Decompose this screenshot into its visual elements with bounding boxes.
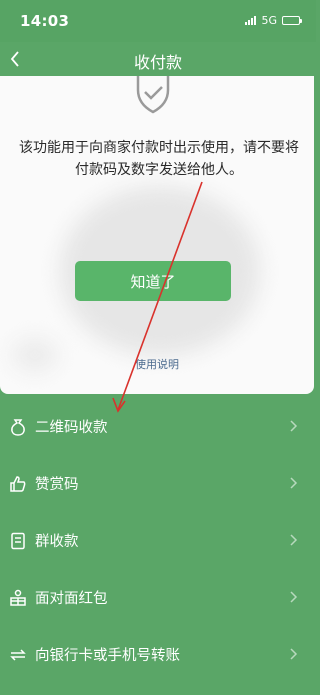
menu-item-label: 二维码收款 [35, 420, 108, 436]
menu-item-group-collect[interactable]: 群收款 [0, 512, 316, 569]
chevron-right-icon [290, 648, 298, 660]
group-bill-icon [8, 531, 28, 551]
signal-icon [245, 16, 257, 25]
menu-item-face-to-face-red-packet[interactable]: 面对面红包 [0, 569, 316, 626]
notice-text: 该功能用于向商家付款时出示使用，请不要将付款码及数字发送给他人。 [19, 140, 299, 178]
help-link[interactable]: 使用说明 [0, 356, 314, 372]
status-bar: 14:03 5G [0, 0, 316, 42]
status-indicators: 5G [245, 14, 302, 27]
chevron-right-icon [290, 420, 298, 432]
chevron-right-icon [290, 591, 298, 603]
status-time: 14:03 [20, 12, 70, 30]
menu-item-bank-transfer[interactable]: 向银行卡或手机号转账 [0, 626, 316, 683]
got-it-button[interactable]: 知道了 [75, 261, 231, 301]
menu-item-appreciation-code[interactable]: 赞赏码 [0, 455, 316, 512]
menu-item-label: 赞赏码 [35, 477, 79, 493]
chevron-right-icon [290, 477, 298, 489]
menu-item-label: 向银行卡或手机号转账 [35, 648, 180, 664]
red-packet-icon [8, 588, 28, 608]
menu-item-label: 群收款 [35, 534, 79, 550]
menu-item-qr-collect[interactable]: 二维码收款 [0, 398, 316, 455]
thumbs-up-icon [8, 474, 28, 494]
money-bag-icon [8, 417, 28, 437]
page-title: 收付款 [133, 53, 182, 72]
menu-item-label: 面对面红包 [35, 591, 108, 607]
transfer-icon [8, 645, 28, 665]
payment-menu: 二维码收款 赞赏码 群收款 面对面红包 向银行卡或手机号转账 [0, 398, 316, 683]
shield-check-icon [136, 76, 170, 114]
network-type: 5G [261, 14, 277, 27]
nav-bar: 收付款 [0, 42, 316, 76]
chevron-right-icon [290, 534, 298, 546]
payment-notice-card: 该功能用于向商家付款时出示使用，请不要将付款码及数字发送给他人。 知道了 使用说… [0, 76, 314, 394]
battery-icon [282, 16, 302, 25]
